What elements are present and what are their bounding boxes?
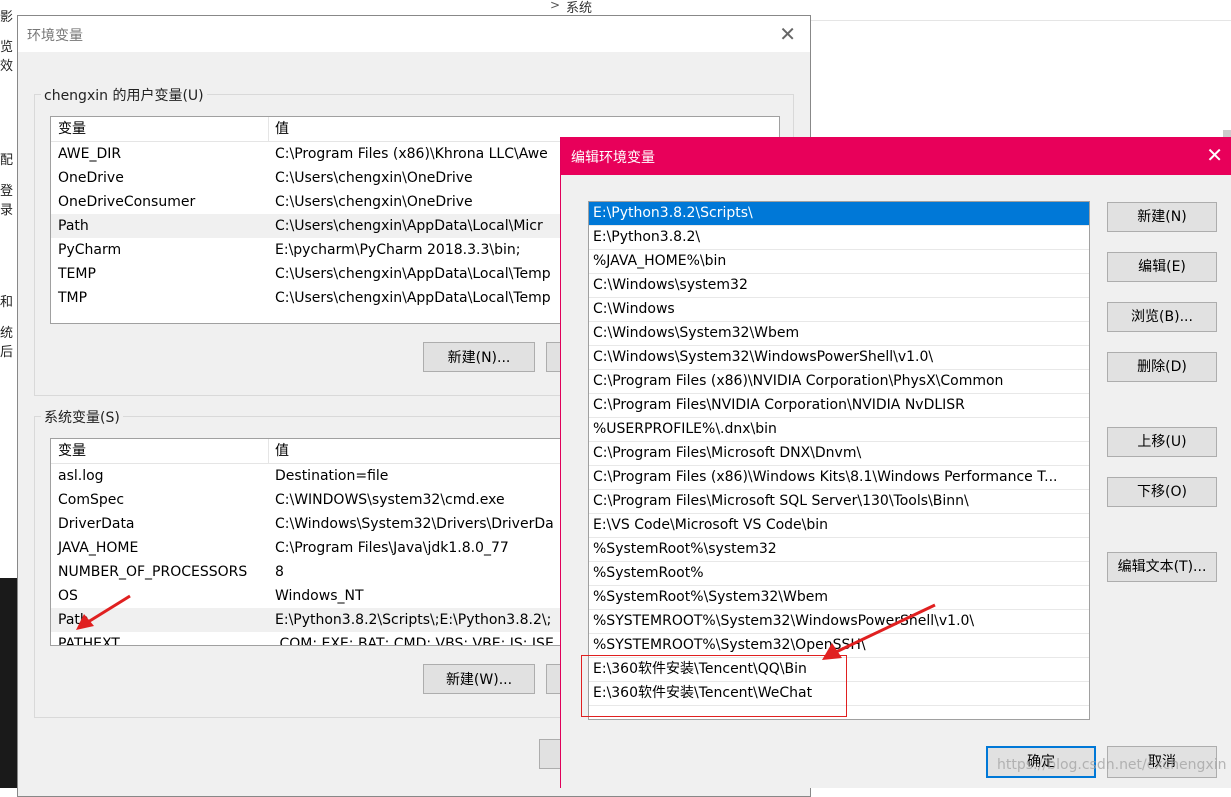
variable-value: C:\Users\chengxin\OneDrive <box>275 194 473 210</box>
variable-name: ComSpec <box>58 492 125 508</box>
column-header-variable[interactable]: 变量 <box>58 439 86 463</box>
variable-value: C:\Program Files\Java\jdk1.8.0_77 <box>275 540 509 556</box>
variable-name: PyCharm <box>58 242 122 258</box>
new-button[interactable]: 新建(N) <box>1107 202 1217 232</box>
path-entry[interactable]: C:\Program Files (x86)\Windows Kits\8.1\… <box>589 466 1089 490</box>
bg-fragment: 统后 <box>0 326 14 360</box>
path-entry[interactable]: C:\Program Files\Microsoft SQL Server\13… <box>589 490 1089 514</box>
column-header-variable[interactable]: 变量 <box>58 117 86 141</box>
variable-name: OneDrive <box>58 170 124 186</box>
variable-value: C:\Users\chengxin\AppData\Local\Temp <box>275 290 551 306</box>
path-entry[interactable]: %USERPROFILE%\.dnx\bin <box>589 418 1089 442</box>
highlight-box <box>581 655 847 717</box>
variable-name: TMP <box>58 290 88 306</box>
variable-name: JAVA_HOME <box>58 540 139 556</box>
variable-name: AWE_DIR <box>58 146 122 162</box>
variable-name: OS <box>58 588 78 604</box>
variable-value: C:\Windows\System32\Drivers\DriverDa <box>275 516 554 532</box>
path-entry[interactable]: C:\Windows\system32 <box>589 274 1089 298</box>
browse-button[interactable]: 浏览(B)... <box>1107 302 1217 332</box>
variable-name: TEMP <box>58 266 96 282</box>
move-down-button[interactable]: 下移(O) <box>1107 477 1217 507</box>
edit-text-button[interactable]: 编辑文本(T)... <box>1107 552 1217 582</box>
edit-button[interactable]: 编辑(E) <box>1107 252 1217 282</box>
dialog-titlebar[interactable]: 环境变量 ✕ <box>18 16 810 52</box>
path-entry[interactable]: C:\Program Files\NVIDIA Corporation\NVID… <box>589 394 1089 418</box>
variable-value: E:\pycharm\PyCharm 2018.3.3\bin; <box>275 242 521 258</box>
variable-name: NUMBER_OF_PROCESSORS <box>58 564 248 580</box>
background-dark-area <box>0 578 18 788</box>
bg-fragment: 配 <box>0 153 14 168</box>
path-entry[interactable]: E:\Python3.8.2\Scripts\ <box>589 202 1089 226</box>
path-entry[interactable]: %SystemRoot%\system32 <box>589 538 1089 562</box>
close-icon[interactable]: ✕ <box>1206 143 1223 167</box>
system-variables-legend: 系统变量(S) <box>41 407 123 427</box>
bg-fragment: 和 <box>0 295 14 310</box>
variable-value: C:\Users\chengxin\AppData\Local\Micr <box>275 218 543 234</box>
path-entry[interactable]: %JAVA_HOME%\bin <box>589 250 1089 274</box>
path-entry[interactable]: %SystemRoot% <box>589 562 1089 586</box>
bg-fragment: 登录 <box>0 184 14 218</box>
path-entry[interactable]: C:\Windows\System32\Wbem <box>589 322 1089 346</box>
path-entry[interactable]: C:\Program Files (x86)\NVIDIA Corporatio… <box>589 370 1089 394</box>
variable-value: E:\Python3.8.2\Scripts\;E:\Python3.8.2\; <box>275 612 552 628</box>
move-up-button[interactable]: 上移(U) <box>1107 427 1217 457</box>
variable-value: C:\Program Files (x86)\Khrona LLC\Awe <box>275 146 548 162</box>
variable-value: .COM;.EXE;.BAT;.CMD;.VBS;.VBE;.JS;.JSE <box>275 636 554 646</box>
user-variables-legend: chengxin 的用户变量(U) <box>41 85 207 105</box>
breadcrumb-label[interactable]: 系统 <box>566 0 592 16</box>
dialog-titlebar[interactable]: 编辑环境变量 ✕ <box>561 137 1231 175</box>
path-entry[interactable]: C:\Program Files\Microsoft DNX\Dnvm\ <box>589 442 1089 466</box>
system-new-button[interactable]: 新建(W)... <box>423 664 535 694</box>
column-divider[interactable] <box>268 117 269 141</box>
path-entry[interactable]: E:\VS Code\Microsoft VS Code\bin <box>589 514 1089 538</box>
path-entry[interactable]: C:\Windows <box>589 298 1089 322</box>
dialog-title: 编辑环境变量 <box>571 150 655 166</box>
dialog-title: 环境变量 <box>27 28 83 44</box>
variable-name: OneDriveConsumer <box>58 194 196 210</box>
close-icon[interactable]: ✕ <box>779 22 796 46</box>
user-new-button[interactable]: 新建(N)... <box>423 342 535 372</box>
bg-fragment: 览效 <box>0 40 14 74</box>
variable-name: Path <box>58 218 89 234</box>
variable-name: DriverData <box>58 516 135 532</box>
path-entries-list: E:\Python3.8.2\Scripts\ E:\Python3.8.2\ %J… <box>588 201 1090 720</box>
variable-name: asl.log <box>58 468 104 484</box>
watermark: https://blog.csdn.net/cxchengxin <box>997 757 1227 773</box>
path-entry[interactable]: %SystemRoot%\System32\Wbem <box>589 586 1089 610</box>
variable-value: C:\WINDOWS\system32\cmd.exe <box>275 492 505 508</box>
bg-fragment: 影 <box>0 10 14 25</box>
variable-value: Windows_NT <box>275 588 364 604</box>
path-entry[interactable]: C:\Windows\System32\WindowsPowerShell\v1… <box>589 346 1089 370</box>
column-divider[interactable] <box>268 439 269 463</box>
variable-name: PATHEXT <box>58 636 120 646</box>
variable-value: 8 <box>275 564 284 580</box>
variable-value: Destination=file <box>275 468 389 484</box>
path-entry[interactable]: E:\Python3.8.2\ <box>589 226 1089 250</box>
path-entry[interactable]: %SYSTEMROOT%\System32\WindowsPowerShell\… <box>589 610 1089 634</box>
variable-value: C:\Users\chengxin\OneDrive <box>275 170 473 186</box>
column-header-value[interactable]: 值 <box>275 117 289 141</box>
delete-button[interactable]: 删除(D) <box>1107 352 1217 382</box>
variable-name: Path <box>58 612 89 628</box>
variable-value: C:\Users\chengxin\AppData\Local\Temp <box>275 266 551 282</box>
chevron-right-icon[interactable]: > <box>550 0 560 12</box>
column-header-value[interactable]: 值 <box>275 439 289 463</box>
